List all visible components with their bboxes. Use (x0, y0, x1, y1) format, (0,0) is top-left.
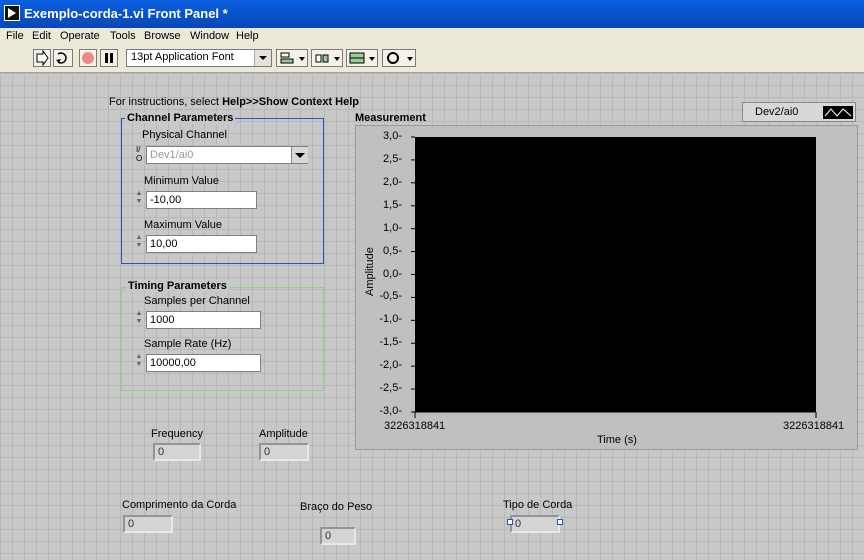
resize-objects-button[interactable] (346, 49, 378, 67)
y-tick-label: 2,5- (383, 152, 402, 165)
pause-icon (105, 53, 113, 63)
samples-per-channel-input[interactable]: 1000 (146, 311, 261, 329)
chevron-down-icon (254, 50, 271, 66)
y-tick-label: -2,5- (379, 382, 402, 395)
frequency-indicator: 0 (153, 443, 201, 461)
maximum-value-input[interactable]: 10,00 (146, 235, 257, 253)
font-select[interactable]: 13pt Application Font (126, 49, 272, 67)
plot-legend[interactable]: Dev2/ai0 (742, 102, 856, 122)
pause-button[interactable] (100, 49, 118, 67)
x-axis-start-label: 3226318841 (384, 420, 446, 432)
instructions-text: For instructions, select Help>>Show Cont… (109, 96, 359, 108)
menu-browse[interactable]: Browse (144, 30, 181, 42)
sample-rate-stepper[interactable]: ▲ ▼ (134, 353, 144, 371)
minimum-value-label: Minimum Value (144, 175, 219, 187)
run-button[interactable] (33, 49, 51, 67)
tipo-indicator[interactable]: 0 (510, 515, 560, 533)
x-axis-label: Time (s) (597, 434, 637, 446)
comprimento-label: Comprimento da Corda (122, 499, 237, 511)
menu-operate[interactable]: Operate (60, 30, 100, 42)
toolbar: 13pt Application Font (0, 46, 864, 73)
run-continuously-button[interactable] (53, 49, 73, 67)
legend-label: Dev2/ai0 (755, 106, 799, 118)
physical-channel-value: Dev1/ai0 (150, 149, 194, 161)
reorder-icon (387, 52, 413, 64)
y-tick-label: 2,0- (383, 175, 402, 188)
selection-handle[interactable] (557, 519, 563, 525)
io-icon: I/O (136, 145, 143, 163)
axis-ticks-svg (411, 136, 817, 418)
maximum-value-stepper[interactable]: ▲ ▼ (134, 234, 144, 252)
y-tick-label: -2,0- (379, 359, 402, 372)
samples-per-channel-label: Samples per Channel (144, 295, 250, 307)
distribute-objects-button[interactable] (311, 49, 343, 67)
chevron-down-icon[interactable] (291, 147, 308, 163)
menu-file[interactable]: File (6, 30, 24, 42)
amplitude-label: Amplitude (259, 428, 308, 440)
minimum-value-input[interactable]: -10,00 (146, 191, 257, 209)
menu-edit[interactable]: Edit (32, 30, 51, 42)
stop-icon (82, 52, 94, 64)
menu-bar: File Edit Operate Tools Browse Window He… (0, 28, 864, 46)
selection-handle[interactable] (507, 519, 513, 525)
reorder-button[interactable] (382, 49, 416, 67)
braco-label: Braço do Peso (300, 501, 373, 513)
channel-parameters-title: Channel Parameters (125, 112, 236, 124)
menu-tools[interactable]: Tools (110, 30, 136, 42)
timing-parameters-title: Timing Parameters (126, 280, 229, 292)
amplitude-indicator: 0 (259, 443, 309, 461)
y-tick-label: 1,5- (383, 198, 402, 211)
align-icon (280, 52, 305, 64)
title-bar: Exemplo-corda-1.vi Front Panel * (0, 0, 864, 28)
y-tick-label: -1,5- (379, 336, 402, 349)
run-arrow-icon (36, 49, 49, 67)
y-tick-label: -0,5- (379, 290, 402, 303)
samples-per-channel-stepper[interactable]: ▲ ▼ (134, 310, 144, 328)
y-tick-label: -3,0- (379, 405, 402, 417)
instructions-help-path: Help>>Show Context Help (222, 96, 360, 108)
y-tick-label: 0,5- (383, 244, 402, 257)
comprimento-indicator: 0 (123, 515, 173, 533)
sample-rate-label: Sample Rate (Hz) (144, 338, 232, 350)
distribute-icon (315, 54, 340, 63)
menu-help[interactable]: Help (236, 30, 259, 42)
minimum-value-stepper[interactable]: ▲ ▼ (134, 190, 144, 208)
physical-channel-select[interactable]: Dev1/ai0 (146, 146, 308, 164)
window-title: Exemplo-corda-1.vi Front Panel * (24, 6, 228, 21)
frequency-label: Frequency (151, 428, 203, 440)
run-continuous-icon (56, 52, 67, 64)
legend-line-icon (823, 106, 853, 119)
sample-rate-input[interactable]: 10000,00 (146, 354, 261, 372)
tipo-label: Tipo de Corda (503, 499, 573, 511)
maximum-value-label: Maximum Value (144, 219, 223, 231)
physical-channel-label: Physical Channel (142, 129, 227, 141)
braco-indicator: 0 (320, 527, 356, 545)
menu-window[interactable]: Window (190, 30, 229, 42)
font-select-value: 13pt Application Font (131, 51, 234, 63)
y-tick-label: 1,0- (383, 221, 402, 234)
y-tick-label: 3,0- (383, 130, 402, 142)
y-tick-label: 0,0- (383, 267, 402, 280)
align-objects-button[interactable] (276, 49, 308, 67)
resize-icon (349, 52, 375, 64)
y-tick-label: -1,0- (379, 313, 402, 326)
abort-button[interactable] (79, 49, 97, 67)
x-axis-end-label: 3226318841 (783, 420, 845, 432)
graph-title: Measurement (355, 112, 426, 124)
instructions-prefix: For instructions, select (109, 96, 223, 108)
labview-icon (4, 5, 20, 21)
